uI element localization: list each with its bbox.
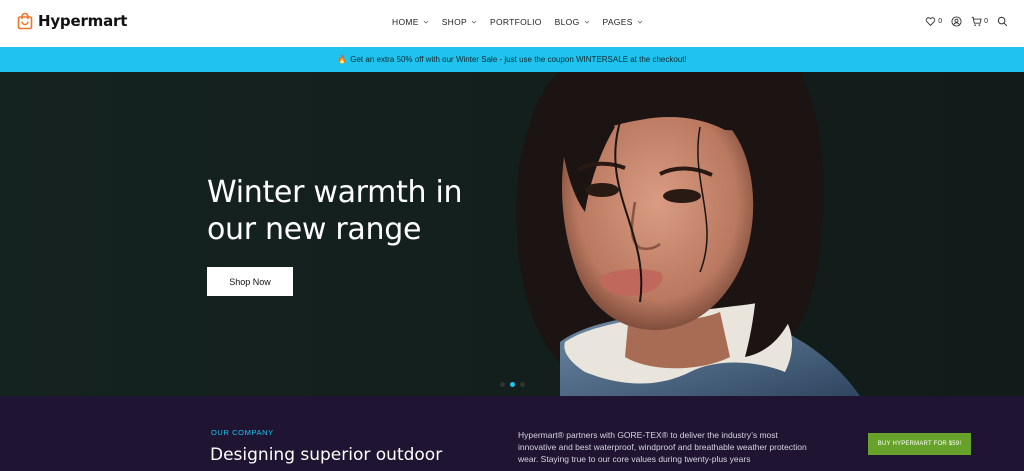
logo[interactable]: Hypermart bbox=[17, 12, 127, 30]
nav-pages[interactable]: PAGES bbox=[603, 17, 643, 27]
shop-now-button[interactable]: Shop Now bbox=[207, 267, 293, 296]
chevron-down-icon bbox=[637, 20, 642, 24]
user-icon bbox=[951, 16, 962, 27]
search-button[interactable] bbox=[997, 16, 1008, 27]
site-header: Hypermart HOME SHOP PORTFOLIO BLOG PAGES… bbox=[0, 0, 1024, 46]
company-section: OUR COMPANY Designing superior outdoor c… bbox=[0, 396, 1024, 471]
promo-bar: 🔥 Get an extra 50% off with our Winter S… bbox=[0, 47, 1024, 72]
cart-count: 0 bbox=[984, 18, 988, 25]
heart-icon bbox=[925, 17, 936, 27]
hero-title-line2: our new range bbox=[207, 212, 422, 247]
logo-text: Hypermart bbox=[38, 12, 128, 30]
nav-portfolio-label: PORTFOLIO bbox=[490, 17, 542, 27]
nav-home-label: HOME bbox=[392, 17, 419, 27]
nav-home[interactable]: HOME bbox=[392, 17, 429, 27]
header-icons: 0 0 bbox=[925, 16, 1008, 27]
hero-slider: Winter warmth in our new range Shop Now bbox=[0, 72, 1024, 396]
hero-title: Winter warmth in our new range bbox=[207, 174, 507, 248]
slider-dot-3[interactable] bbox=[520, 382, 525, 387]
chevron-down-icon bbox=[423, 20, 428, 24]
nav-blog-label: BLOG bbox=[554, 17, 580, 27]
nav-blog[interactable]: BLOG bbox=[555, 17, 590, 27]
account-button[interactable] bbox=[951, 16, 962, 27]
slider-dots bbox=[500, 382, 525, 387]
shopping-bag-icon bbox=[17, 12, 33, 30]
wishlist-count: 0 bbox=[938, 18, 943, 25]
buy-button[interactable]: BUY HYPERMART FOR $59! bbox=[868, 433, 971, 455]
nav-portfolio[interactable]: PORTFOLIO bbox=[490, 17, 542, 27]
main-nav: HOME SHOP PORTFOLIO BLOG PAGES bbox=[392, 17, 656, 27]
section-eyebrow: OUR COMPANY bbox=[211, 428, 274, 437]
promo-text: Get an extra 50% off with our Winter Sal… bbox=[350, 55, 687, 64]
slider-dot-2[interactable] bbox=[510, 382, 515, 387]
hero-title-line1: Winter warmth in bbox=[207, 175, 463, 210]
section-text: Hypermart® partners with GORE-TEX® to de… bbox=[518, 430, 807, 464]
chevron-down-icon bbox=[584, 20, 589, 24]
fire-icon: 🔥 bbox=[337, 55, 348, 64]
wishlist-button[interactable]: 0 bbox=[925, 16, 942, 27]
nav-shop-label: SHOP bbox=[441, 17, 467, 27]
chevron-down-icon bbox=[471, 20, 477, 24]
nav-pages-label: PAGES bbox=[602, 17, 633, 27]
slider-dot-1[interactable] bbox=[500, 382, 505, 387]
search-icon bbox=[997, 16, 1008, 27]
cart-icon bbox=[971, 16, 982, 26]
section-title: Designing superior outdoor clothing - bbox=[210, 445, 443, 471]
cart-button[interactable]: 0 bbox=[971, 16, 988, 27]
nav-shop[interactable]: SHOP bbox=[442, 17, 477, 27]
hero-image bbox=[0, 72, 1024, 396]
